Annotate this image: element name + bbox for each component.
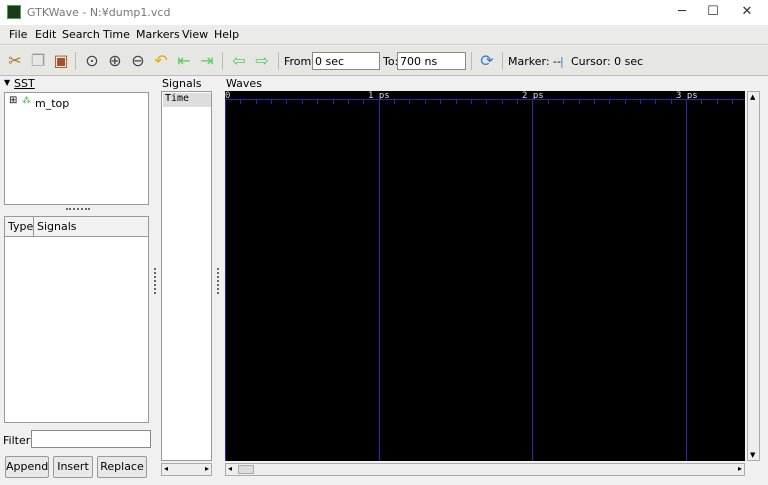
signals-list: Type Signals xyxy=(4,216,149,423)
col-signals[interactable]: Signals xyxy=(37,220,77,233)
waves-canvas[interactable]: 0 1 ps 2 ps 3 ps xyxy=(225,91,745,461)
window-title: GTKWave - N:¥dump1.vcd xyxy=(27,6,171,19)
waves-title: Waves xyxy=(226,77,262,90)
zoom-end-icon[interactable]: ⇥ xyxy=(197,51,217,71)
tree-item-m-top[interactable]: m_top xyxy=(35,97,69,110)
insert-button[interactable]: Insert xyxy=(53,456,93,478)
pane-handle[interactable] xyxy=(66,208,90,212)
signals-pane: Time xyxy=(161,91,212,461)
paste-icon[interactable]: ▣ xyxy=(51,51,71,71)
signals-hscrollbar[interactable]: ◂ ▸ xyxy=(161,463,212,476)
copy-icon[interactable]: ❐ xyxy=(28,51,48,71)
filter-input[interactable] xyxy=(31,430,151,448)
zoom-fit-icon[interactable]: ⊙ xyxy=(82,51,102,71)
signal-time[interactable]: Time xyxy=(163,93,211,107)
to-input[interactable] xyxy=(397,52,466,70)
undo-zoom-icon[interactable]: ↶ xyxy=(151,51,171,71)
to-label: To: xyxy=(383,55,399,68)
sst-collapse-icon[interactable]: ▼ xyxy=(4,78,10,87)
menu-search[interactable]: Search xyxy=(62,28,100,41)
menu-bar: File Edit Search Time Markers View Help xyxy=(0,25,768,45)
major-gridline xyxy=(379,99,380,461)
next-edge-icon[interactable]: ⇨ xyxy=(252,51,272,71)
zoom-out-icon[interactable]: ⊖ xyxy=(128,51,148,71)
zoom-start-icon[interactable]: ⇤ xyxy=(174,51,194,71)
minimize-button[interactable]: ─ xyxy=(672,4,692,20)
sst-title: SST xyxy=(14,77,35,90)
pane-handle[interactable] xyxy=(154,268,156,294)
menu-help[interactable]: Help xyxy=(214,28,239,41)
replace-button[interactable]: Replace xyxy=(97,456,147,478)
from-input[interactable] xyxy=(312,52,380,70)
waves-hscrollbar[interactable]: ◂ ▸ xyxy=(225,463,745,476)
app-icon xyxy=(7,5,21,19)
from-label: From: xyxy=(284,55,315,68)
close-button[interactable]: ✕ xyxy=(737,4,757,20)
menu-edit[interactable]: Edit xyxy=(35,28,56,41)
pane-handle[interactable] xyxy=(217,268,219,294)
filter-label: Filter: xyxy=(3,434,34,447)
major-gridline xyxy=(532,99,533,461)
menu-file[interactable]: File xyxy=(9,28,27,41)
scroll-thumb[interactable] xyxy=(238,465,254,474)
major-gridline xyxy=(225,99,226,461)
sst-tree: ⊞ ⁂ m_top xyxy=(4,92,149,205)
menu-time[interactable]: Time xyxy=(103,28,130,41)
maximize-button[interactable]: ☐ xyxy=(703,4,723,20)
major-gridline xyxy=(686,99,687,461)
append-button[interactable]: Append xyxy=(5,456,49,478)
marker-readout: Marker: -- xyxy=(508,55,561,68)
readout-divider: | xyxy=(560,55,564,68)
waves-vscrollbar[interactable]: ▲ ▼ xyxy=(747,91,760,461)
signals-title: Signals xyxy=(162,77,202,90)
ruler-line xyxy=(225,99,745,100)
toolbar: ✂ ❐ ▣ ⊙ ⊕ ⊖ ↶ ⇤ ⇥ ⇦ ⇨ From: To: ⟳ Marker… xyxy=(0,46,768,76)
module-icon: ⁂ xyxy=(22,96,31,106)
expand-icon[interactable]: ⊞ xyxy=(9,95,17,106)
cut-icon[interactable]: ✂ xyxy=(5,51,25,71)
prev-edge-icon[interactable]: ⇦ xyxy=(229,51,249,71)
menu-view[interactable]: View xyxy=(182,28,208,41)
menu-markers[interactable]: Markers xyxy=(136,28,180,41)
cursor-readout: Cursor: 0 sec xyxy=(571,55,644,68)
col-type[interactable]: Type xyxy=(8,220,33,233)
zoom-in-icon[interactable]: ⊕ xyxy=(105,51,125,71)
reload-icon[interactable]: ⟳ xyxy=(477,51,497,71)
title-bar: GTKWave - N:¥dump1.vcd ─ ☐ ✕ xyxy=(0,0,768,25)
